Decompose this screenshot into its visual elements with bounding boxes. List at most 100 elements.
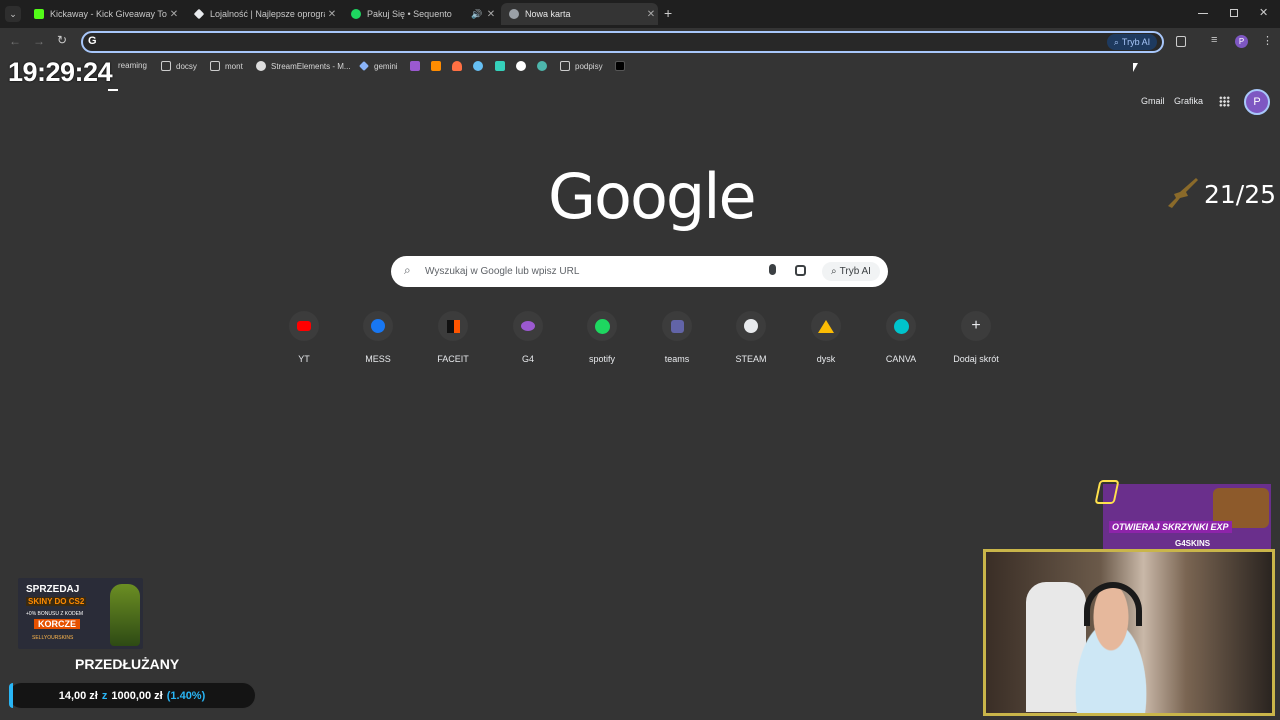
lens-camera-icon[interactable] xyxy=(795,265,806,276)
canva-icon xyxy=(893,318,909,334)
grafika-link[interactable]: Grafika xyxy=(1174,96,1203,106)
steam-icon xyxy=(744,319,758,333)
tab-search-chevron-icon[interactable]: ⌄ xyxy=(5,6,21,22)
bookmark-openai[interactable] xyxy=(516,61,531,71)
google-logo: Google xyxy=(548,160,757,233)
search-icon: ⌕ xyxy=(404,263,411,277)
bookmark-label: podpisy xyxy=(575,61,603,71)
minimize-icon[interactable] xyxy=(1198,13,1208,14)
close-icon[interactable]: ✕ xyxy=(644,9,658,20)
promo-brand: SELLYOURSKINS xyxy=(32,635,74,641)
shortcut-add[interactable]: + Dodaj skrót xyxy=(946,311,1006,364)
bookmark-folder[interactable]: docsy xyxy=(161,61,197,71)
tab-lojalnosc[interactable]: Lojalność | Najlepsze oprogram ✕ xyxy=(186,3,339,25)
bookmark-g4[interactable] xyxy=(410,61,425,71)
bookmark-tiktok[interactable] xyxy=(615,61,630,71)
bookmark-fire[interactable] xyxy=(452,61,467,71)
extensions-icon[interactable] xyxy=(1176,36,1186,47)
shortcut-tile xyxy=(438,311,468,341)
search-placeholder: Wyszukaj w Google lub wpisz URL xyxy=(425,266,580,277)
shortcut-spotify[interactable]: spotify xyxy=(572,311,632,364)
drive-icon xyxy=(818,319,834,333)
bookmark-streamelements[interactable]: StreamElements - M... xyxy=(256,61,351,71)
shortcut-faceit[interactable]: FACEIT xyxy=(423,311,483,364)
bookmark-folder[interactable]: mont xyxy=(210,61,243,71)
new-tab-plus-icon[interactable]: + xyxy=(664,5,672,21)
shortcut-g4[interactable]: G4 xyxy=(498,311,558,364)
shortcut-canva[interactable]: CANVA xyxy=(871,311,931,364)
profile-avatar[interactable]: P xyxy=(1235,35,1248,48)
shortcut-label: spotify xyxy=(588,354,615,364)
bookmarks-bar: reaming docsy mont StreamElements - M...… xyxy=(0,58,1280,76)
close-window-icon[interactable]: ✕ xyxy=(1259,6,1268,19)
shortcut-tile xyxy=(513,311,543,341)
kick-icon xyxy=(34,9,44,19)
kill-counter: 21/25 xyxy=(1204,180,1277,209)
goal-separator: z xyxy=(101,689,108,702)
tryb-ai-label: Tryb AI xyxy=(839,266,871,277)
bookmark-label: gemini xyxy=(374,61,398,71)
restore-icon[interactable] xyxy=(1230,9,1238,17)
shortcut-teams[interactable]: teams xyxy=(647,311,707,364)
diamond-icon xyxy=(193,8,205,20)
bookmark-folder[interactable]: reaming xyxy=(118,61,147,70)
goal-progress-fill xyxy=(9,683,13,708)
s-icon xyxy=(431,61,441,71)
shortcut-steam[interactable]: STEAM xyxy=(721,311,781,364)
reload-icon[interactable]: ↻ xyxy=(57,33,67,47)
bookmark-folder[interactable]: podpisy xyxy=(560,61,603,71)
steam-icon xyxy=(473,61,483,71)
bookmark-gear[interactable] xyxy=(537,61,552,71)
gear-icon xyxy=(537,61,547,71)
ntp-tryb-ai-button[interactable]: ⌕ Tryb AI xyxy=(822,262,880,281)
shortcut-label: MESS xyxy=(365,354,391,364)
promo-line2: SKINY DO CS2 xyxy=(26,597,87,606)
menu-dots-icon[interactable]: ⋮ xyxy=(1262,34,1273,47)
bookmark-csgo[interactable] xyxy=(495,61,510,71)
goal-target: 1000,00 zł xyxy=(111,689,163,702)
shortcut-label: YT xyxy=(298,354,310,364)
bookmark-label: StreamElements - M... xyxy=(271,61,351,71)
tab-new-tab[interactable]: Nowa karta ✕ xyxy=(501,3,658,25)
tiktok-icon xyxy=(615,61,625,71)
gmail-link[interactable]: Gmail xyxy=(1141,96,1165,106)
bookmark-steam[interactable] xyxy=(473,61,488,71)
omnibox[interactable]: G ⌕ Tryb AI xyxy=(81,31,1164,53)
goal-percent: (1.40%) xyxy=(166,689,206,702)
forward-icon[interactable]: → xyxy=(33,34,45,48)
streamelements-icon xyxy=(256,61,266,71)
microphone-icon[interactable] xyxy=(769,264,776,275)
back-icon[interactable]: ← xyxy=(9,34,21,48)
bookmark-gemini[interactable]: gemini xyxy=(359,61,398,71)
close-icon[interactable]: ✕ xyxy=(484,9,498,20)
tryb-ai-button[interactable]: ⌕ Tryb AI xyxy=(1107,34,1157,50)
speaker-icon[interactable]: 🔊 xyxy=(470,9,484,20)
ntp-search-box[interactable]: ⌕ Wyszukaj w Google lub wpisz URL xyxy=(391,256,888,287)
shortcut-label: dysk xyxy=(816,354,836,364)
tab-title: Pakuj Się • Sequento xyxy=(367,9,452,19)
goal-current: 14,00 zł xyxy=(58,689,98,702)
folder-icon xyxy=(560,61,570,71)
bookmark-s[interactable] xyxy=(431,61,446,71)
shortcut-label: G4 xyxy=(521,354,534,364)
shortcut-tile: + xyxy=(961,311,991,341)
subathon-status: PRZEDŁUŻANY xyxy=(75,656,180,672)
shortcut-tile xyxy=(811,311,841,341)
tab-spotify[interactable]: Pakuj Się • Sequento 🔊 ✕ xyxy=(343,3,498,25)
account-avatar[interactable]: P xyxy=(1244,89,1270,115)
media-control-icon[interactable]: ≡ xyxy=(1211,34,1217,46)
promo-brand: G4SKINS xyxy=(1175,539,1211,548)
shortcut-mess[interactable]: MESS xyxy=(348,311,408,364)
close-icon[interactable]: ✕ xyxy=(167,9,181,20)
shortcut-dysk[interactable]: dysk xyxy=(796,311,856,364)
shortcut-label: CANVA xyxy=(885,354,917,364)
chrome-icon xyxy=(509,9,519,19)
tab-title: Nowa karta xyxy=(525,9,571,19)
apps-grid-icon[interactable] xyxy=(1219,96,1230,107)
bookmark-label: reaming xyxy=(118,61,147,70)
shortcut-yt[interactable]: YT xyxy=(274,311,334,364)
tab-kickaway[interactable]: Kickaway - Kick Giveaway Tool ✕ xyxy=(26,3,181,25)
shortcut-tile xyxy=(289,311,319,341)
openai-icon xyxy=(516,61,526,71)
close-icon[interactable]: ✕ xyxy=(325,9,339,20)
